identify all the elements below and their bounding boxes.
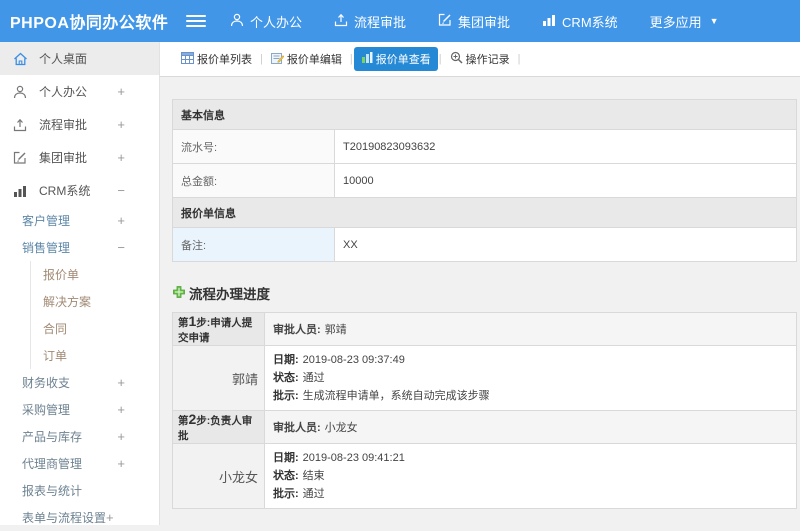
chart-icon [13, 184, 33, 198]
expand-toggle[interactable]: + [117, 213, 125, 228]
nav-personal-office[interactable]: 个人办公 [230, 12, 302, 31]
table-row: 第2步:负责人审批 审批人员:小龙女 [173, 411, 797, 444]
table-row: 流水号: T20190823093632 [173, 130, 797, 164]
sidebar: 个人桌面 个人办公 + 流程审批 + 集团审批 + CRM系统 − 客户管理 +… [0, 42, 160, 525]
user-icon [13, 85, 33, 99]
step-1-detail: 日期:2019-08-23 09:37:49 状态:通过 批示:生成流程申请单，… [265, 346, 797, 411]
tab-operation-log[interactable]: 操作记录 [443, 47, 517, 71]
collapse-toggle[interactable]: − [117, 183, 125, 198]
expand-toggle[interactable]: + [117, 117, 125, 132]
step-2-detail: 日期:2019-08-23 09:41:21 状态:结束 批示:通过 [265, 444, 797, 509]
workflow-icon [13, 118, 33, 132]
topbar: PHPOA协同办公软件 个人办公 流程审批 集团审批 CRM系统 [0, 0, 800, 42]
tab-quotation-view[interactable]: 报价单查看 [354, 47, 438, 71]
app-logo: PHPOA协同办公软件 [0, 9, 186, 33]
expand-toggle[interactable]: + [117, 429, 125, 444]
sidebar-item-sales-management[interactable]: 销售管理 − [0, 234, 159, 261]
expand-toggle[interactable]: + [117, 375, 125, 390]
sidebar-item-workflow-approval[interactable]: 流程审批 + [0, 108, 159, 141]
step-1-label: 第1步:申请人提交申请 [173, 313, 265, 346]
sidebar-item-finance[interactable]: 财务收支 + [0, 369, 159, 396]
sidebar-item-customer-management[interactable]: 客户管理 + [0, 207, 159, 234]
sidebar-item-purchasing[interactable]: 采购管理 + [0, 396, 159, 423]
table-row: 第1步:申请人提交申请 审批人员:郭靖 [173, 313, 797, 346]
field-value-total-amount: 10000 [335, 164, 797, 198]
top-navigation: 个人办公 流程审批 集团审批 CRM系统 更多应用 ▼ [230, 12, 719, 31]
plus-icon [172, 285, 186, 302]
field-label-total-amount: 总金额: [173, 164, 335, 198]
view-icon [361, 52, 373, 66]
step-1-approver-name: 郭靖 [173, 346, 265, 411]
expand-toggle[interactable]: + [117, 402, 125, 417]
tabbar: 报价单列表 | 报价单编辑 | 报价单查看 | 操作记录 | [160, 42, 800, 77]
step-2-approver-name: 小龙女 [173, 444, 265, 509]
edit-icon [438, 13, 452, 30]
nav-group-approval[interactable]: 集团审批 [438, 12, 510, 31]
sidebar-item-personal-office[interactable]: 个人办公 + [0, 75, 159, 108]
tab-separator: | [518, 53, 521, 65]
field-value-serial-number: T20190823093632 [335, 130, 797, 164]
section-header-basic-info: 基本信息 [173, 100, 797, 130]
tab-separator: | [260, 53, 263, 65]
quotation-info-table: 基本信息 流水号: T20190823093632 总金额: 10000 报价单… [172, 99, 797, 262]
table-row: 郭靖 日期:2019-08-23 09:37:49 状态:通过 批示:生成流程申… [173, 346, 797, 411]
expand-toggle[interactable]: + [117, 150, 125, 165]
sidebar-item-form-workflow-settings[interactable]: 表单与流程设置 + [0, 504, 159, 531]
table-row: 总金额: 10000 [173, 164, 797, 198]
sidebar-item-solution[interactable]: 解决方案 [31, 288, 159, 315]
user-icon [230, 13, 244, 30]
nav-more-apps[interactable]: 更多应用 ▼ [650, 12, 719, 31]
step-2-approver: 审批人员:小龙女 [265, 411, 797, 444]
field-label-remark: 备注: [173, 228, 335, 262]
process-steps-table: 第1步:申请人提交申请 审批人员:郭靖 郭靖 日期:2019-08-23 09:… [172, 312, 797, 509]
caret-down-icon: ▼ [710, 16, 719, 26]
home-icon [13, 52, 33, 66]
sidebar-item-group-approval[interactable]: 集团审批 + [0, 141, 159, 174]
sidebar-item-reports-statistics[interactable]: 报表与统计 [0, 477, 159, 504]
tab-separator: | [439, 53, 442, 65]
tab-separator: | [350, 53, 353, 65]
sidebar-item-products-inventory[interactable]: 产品与库存 + [0, 423, 159, 450]
table-icon [181, 52, 194, 67]
main-content: 基本信息 流水号: T20190823093632 总金额: 10000 报价单… [160, 77, 800, 525]
expand-toggle[interactable]: + [106, 510, 114, 525]
field-value-remark: XX [335, 228, 797, 262]
edit-icon [13, 151, 33, 165]
hamburger-menu-icon[interactable] [186, 15, 206, 27]
step-2-label: 第2步:负责人审批 [173, 411, 265, 444]
tab-quotation-edit[interactable]: 报价单编辑 [264, 47, 349, 71]
edit-note-icon [271, 52, 284, 67]
sidebar-item-order[interactable]: 订单 [31, 342, 159, 369]
expand-toggle[interactable]: + [117, 84, 125, 99]
nav-workflow-approval[interactable]: 流程审批 [334, 12, 406, 31]
step-1-approver: 审批人员:郭靖 [265, 313, 797, 346]
tab-quotation-list[interactable]: 报价单列表 [174, 47, 259, 71]
sidebar-item-personal-desktop[interactable]: 个人桌面 [0, 42, 159, 75]
sidebar-item-quotation[interactable]: 报价单 [31, 261, 159, 288]
collapse-toggle[interactable]: − [117, 240, 125, 255]
process-progress-title: 流程办理进度 [172, 283, 797, 303]
sales-management-submenu: 报价单 解决方案 合同 订单 [30, 261, 159, 369]
chart-icon [542, 13, 556, 30]
nav-crm-system[interactable]: CRM系统 [542, 12, 618, 31]
sidebar-item-contract[interactable]: 合同 [31, 315, 159, 342]
expand-toggle[interactable]: + [117, 456, 125, 471]
workflow-icon [334, 13, 348, 30]
section-header-quotation-info: 报价单信息 [173, 198, 797, 228]
field-label-serial-number: 流水号: [173, 130, 335, 164]
zoom-in-icon [450, 51, 463, 67]
sidebar-item-crm-system[interactable]: CRM系统 − [0, 174, 159, 207]
table-row: 小龙女 日期:2019-08-23 09:41:21 状态:结束 批示:通过 [173, 444, 797, 509]
sidebar-item-agent-management[interactable]: 代理商管理 + [0, 450, 159, 477]
table-row: 备注: XX [173, 228, 797, 262]
